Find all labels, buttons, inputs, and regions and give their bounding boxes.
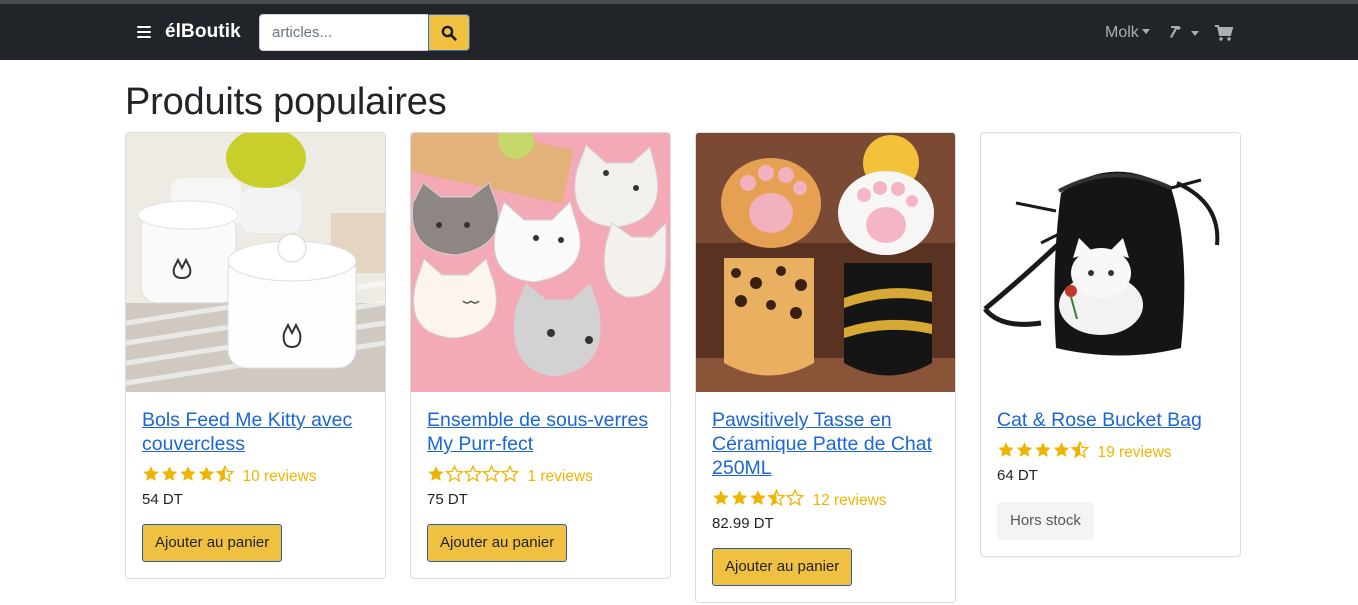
hammer-icon bbox=[1170, 26, 1181, 38]
brand-logo[interactable]: élBoutik bbox=[165, 21, 241, 43]
search-input[interactable] bbox=[259, 14, 429, 51]
cart-button[interactable] bbox=[1214, 24, 1234, 47]
product-card: Pawsitively Tasse en Céramique Patte de … bbox=[695, 132, 956, 603]
reviews-link[interactable]: 10 reviews bbox=[242, 468, 316, 485]
search-button[interactable] bbox=[428, 14, 470, 51]
product-title[interactable]: Pawsitively Tasse en Céramique Patte de … bbox=[712, 408, 939, 480]
product-price: 75 DT bbox=[427, 491, 468, 508]
star-rating-icons bbox=[427, 464, 521, 488]
reviews-link[interactable]: 19 reviews bbox=[1097, 444, 1171, 461]
out-of-stock-label: Hors stock bbox=[997, 502, 1094, 540]
add-to-cart-button[interactable]: Ajouter au panier bbox=[427, 524, 568, 562]
product-title[interactable]: Cat & Rose Bucket Bag bbox=[997, 408, 1224, 432]
product-card: Bols Feed Me Kitty avec couvercless 10 r… bbox=[125, 132, 386, 579]
rating: 1 reviews bbox=[427, 464, 654, 485]
product-image[interactable] bbox=[411, 133, 670, 392]
reviews-link[interactable]: 12 reviews bbox=[812, 492, 886, 509]
star-rating-icons bbox=[997, 440, 1091, 464]
search-icon bbox=[441, 25, 457, 41]
rating: 19 reviews bbox=[997, 440, 1224, 461]
product-price: 54 DT bbox=[142, 491, 183, 508]
star-rating-icons bbox=[142, 464, 236, 488]
cart-icon bbox=[1215, 25, 1234, 41]
reviews-link[interactable]: 1 reviews bbox=[527, 468, 592, 485]
product-title[interactable]: Bols Feed Me Kitty avec couvercless bbox=[142, 408, 369, 456]
navbar: élBoutik Molk bbox=[0, 4, 1358, 60]
product-price: 64 DT bbox=[997, 467, 1038, 484]
menu-icon[interactable] bbox=[136, 24, 152, 40]
page-title: Produits populaires bbox=[125, 81, 447, 123]
product-image[interactable] bbox=[696, 133, 955, 392]
add-to-cart-button[interactable]: Ajouter au panier bbox=[712, 548, 853, 586]
product-price: 82.99 DT bbox=[712, 515, 774, 532]
admin-menu[interactable] bbox=[1168, 24, 1199, 44]
product-image[interactable] bbox=[126, 133, 385, 392]
rating: 10 reviews bbox=[142, 464, 369, 485]
product-card: Cat & Rose Bucket Bag 19 reviews 64 DT H… bbox=[980, 132, 1241, 557]
user-menu-label: Molk bbox=[1105, 24, 1139, 41]
star-rating-icons bbox=[712, 488, 806, 512]
product-title[interactable]: Ensemble de sous-verres My Purr-fect bbox=[427, 408, 654, 456]
user-menu[interactable]: Molk bbox=[1105, 24, 1150, 42]
product-card: Ensemble de sous-verres My Purr-fect 1 r… bbox=[410, 132, 671, 579]
chevron-down-icon bbox=[1191, 31, 1199, 36]
chevron-down-icon bbox=[1141, 29, 1150, 34]
rating: 12 reviews bbox=[712, 488, 939, 509]
product-image[interactable] bbox=[981, 133, 1240, 392]
add-to-cart-button[interactable]: Ajouter au panier bbox=[142, 524, 283, 562]
